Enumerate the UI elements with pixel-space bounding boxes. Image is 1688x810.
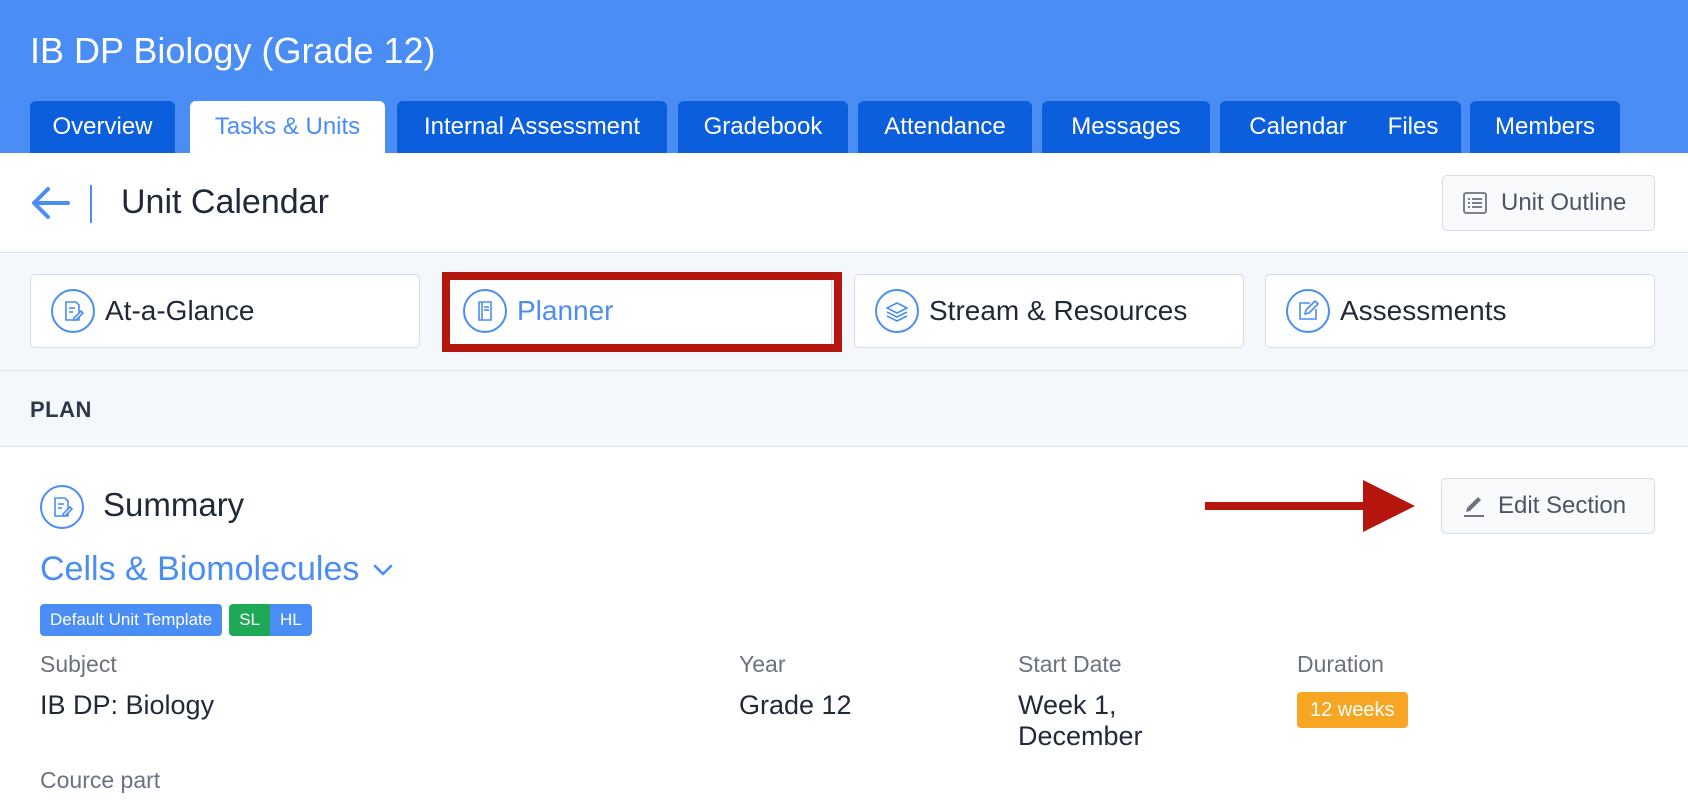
edit-square-icon bbox=[1286, 289, 1330, 333]
layers-icon bbox=[875, 289, 919, 333]
sl-badge: SL bbox=[229, 604, 271, 636]
arrow-left-icon[interactable] bbox=[28, 183, 72, 223]
unit-name-dropdown[interactable]: Cells & Biomolecules bbox=[40, 550, 393, 589]
plan-section-label: PLAN bbox=[30, 397, 92, 422]
tab-internal-assessment[interactable]: Internal Assessment bbox=[397, 101, 667, 153]
unit-badges: Default Unit Template SL HL bbox=[40, 604, 312, 636]
template-badge: Default Unit Template bbox=[40, 604, 223, 636]
tab-tasks-units[interactable]: Tasks & Units bbox=[190, 101, 385, 153]
unit-outline-label: Unit Outline bbox=[1501, 189, 1627, 216]
course-header: IB DP Biology (Grade 12) Overview Tasks … bbox=[0, 0, 1688, 153]
document-edit-icon bbox=[40, 485, 84, 529]
subtab-label: Assessments bbox=[1340, 295, 1507, 326]
subtab-stream-resources[interactable]: Stream & Resources bbox=[854, 274, 1244, 348]
subtab-assessments[interactable]: Assessments bbox=[1265, 274, 1655, 348]
year-label: Year bbox=[739, 651, 786, 677]
subtab-label: Planner bbox=[517, 295, 614, 326]
tab-members[interactable]: Members bbox=[1470, 101, 1620, 153]
list-icon bbox=[1463, 192, 1487, 214]
subject-label: Subject bbox=[40, 651, 117, 677]
subtab-label: Stream & Resources bbox=[929, 295, 1188, 326]
start-date-line1: Week 1, bbox=[1018, 690, 1117, 720]
duration-badge: 12 weeks bbox=[1297, 692, 1408, 728]
start-date-line2: December bbox=[1018, 721, 1143, 751]
edit-section-label: Edit Section bbox=[1498, 492, 1627, 519]
course-title: IB DP Biology (Grade 12) bbox=[30, 30, 436, 71]
tab-attendance[interactable]: Attendance bbox=[858, 101, 1032, 153]
unit-titlebar: Unit Calendar Unit Outline bbox=[0, 153, 1688, 253]
unit-outline-button[interactable]: Unit Outline bbox=[1442, 175, 1655, 231]
page-title: Unit Calendar bbox=[121, 183, 329, 221]
start-date-label: Start Date bbox=[1018, 651, 1122, 677]
tab-messages[interactable]: Messages bbox=[1042, 101, 1210, 153]
tab-overview[interactable]: Overview bbox=[30, 101, 175, 153]
subtab-planner[interactable]: Planner bbox=[442, 274, 832, 348]
book-icon bbox=[463, 289, 507, 333]
chevron-down-icon bbox=[374, 564, 393, 575]
duration-label: Duration bbox=[1297, 651, 1384, 677]
summary-title: Summary bbox=[103, 486, 245, 523]
pencil-icon bbox=[1464, 497, 1484, 517]
plan-section-bar: PLAN bbox=[0, 371, 1688, 447]
subject-value: IB DP: Biology bbox=[40, 690, 215, 720]
unit-subnav: At-a-Glance Planner Stream & Resources A… bbox=[0, 254, 1688, 371]
course-part-label: Cource part bbox=[40, 767, 161, 793]
document-edit-icon bbox=[51, 289, 95, 333]
tab-files[interactable]: Files bbox=[1365, 101, 1461, 153]
tab-gradebook[interactable]: Gradebook bbox=[678, 101, 848, 153]
hl-badge: HL bbox=[270, 604, 312, 636]
subtab-at-a-glance[interactable]: At-a-Glance bbox=[30, 274, 420, 348]
edit-section-button[interactable]: Edit Section bbox=[1441, 478, 1655, 534]
arrow-right-annotation-icon bbox=[1205, 480, 1415, 532]
unit-name: Cells & Biomolecules bbox=[40, 550, 360, 588]
tab-calendar[interactable]: Calendar bbox=[1220, 101, 1376, 153]
subtab-label: At-a-Glance bbox=[105, 295, 255, 326]
year-value: Grade 12 bbox=[739, 690, 852, 720]
title-divider bbox=[90, 185, 92, 223]
